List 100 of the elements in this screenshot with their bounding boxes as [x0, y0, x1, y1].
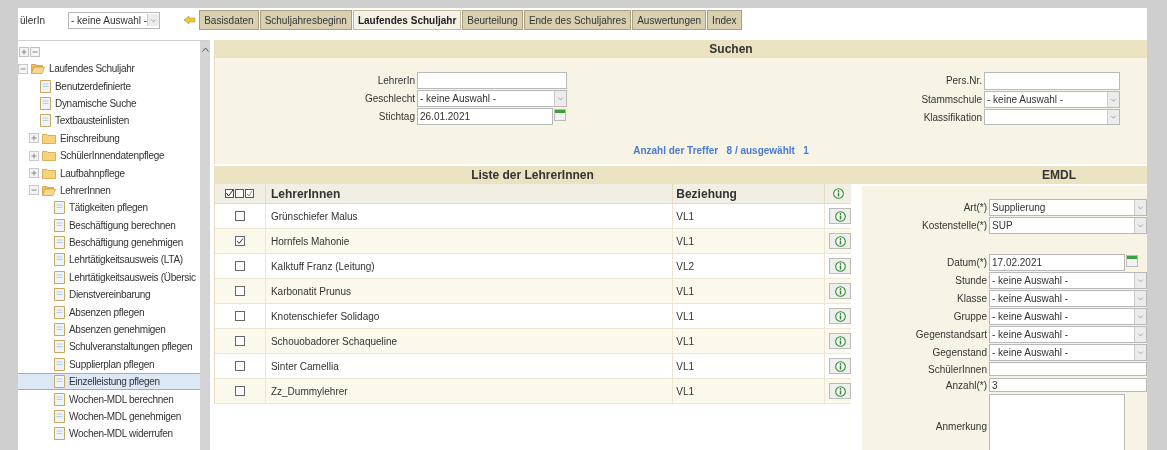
dropdown[interactable]: SUP — [989, 217, 1147, 234]
input-field[interactable] — [989, 362, 1147, 376]
tree-item[interactable]: Wochen-MDL berechnen — [18, 390, 200, 408]
tree-item[interactable]: Absenzen pflegen — [18, 303, 200, 321]
dropdown[interactable]: - keine Auswahl - — [989, 308, 1147, 325]
tree-item[interactable]: Benutzerdefinierte — [18, 77, 200, 95]
dropdown[interactable] — [984, 109, 1120, 125]
info-icon — [834, 360, 846, 372]
document-icon — [54, 288, 65, 302]
info-button[interactable] — [829, 233, 851, 249]
table-cell-text: VL1 — [676, 359, 695, 374]
document-icon — [54, 253, 65, 267]
tree-item[interactable]: Textbausteinlisten — [18, 112, 200, 130]
expand-icon[interactable] — [29, 168, 39, 179]
dropdown[interactable]: - keine Auswahl - — [68, 11, 161, 29]
info-button[interactable] — [829, 208, 851, 224]
tree-item[interactable]: Tätigkeiten pflegen — [18, 199, 200, 217]
collapse-icon[interactable] — [18, 63, 28, 74]
calendar-icon[interactable] — [553, 108, 567, 122]
dropdown[interactable]: - keine Auswahl - — [984, 90, 1120, 109]
tab[interactable]: Beurteilung — [462, 10, 523, 30]
tree-item[interactable]: Dienstvereinbarung — [18, 286, 200, 304]
dropdown[interactable]: - keine Auswahl - — [417, 90, 567, 107]
dropdown[interactable]: - keine Auswahl - — [989, 344, 1147, 361]
text-area[interactable] — [989, 394, 1125, 450]
select-all-icon[interactable] — [225, 189, 235, 198]
checkbox[interactable] — [234, 261, 245, 271]
tree-item[interactable]: Absenzen genehmigen — [18, 320, 200, 339]
table-cell-text: VL1 — [676, 384, 695, 399]
scrollbar[interactable] — [200, 41, 210, 450]
checkbox[interactable] — [234, 386, 245, 396]
dropdown[interactable]: - keine Auswahl - — [989, 290, 1147, 307]
tree-item[interactable]: Einzelleistung pflegen — [18, 373, 200, 391]
tab[interactable]: Laufendes Schuljahr — [352, 10, 462, 30]
info-button[interactable] — [829, 333, 851, 349]
tree-item[interactable]: Supplierplan pflegen — [18, 355, 200, 374]
table-cell-text: VL1 — [676, 234, 695, 249]
tree-item[interactable]: Wochen-MDL widerrufen — [18, 425, 200, 443]
tree-item[interactable]: Lehrtätigkeitsausweis (Übersic — [18, 268, 200, 287]
document-icon — [54, 323, 65, 337]
field-label: Gegenstand — [931, 346, 987, 360]
collapse-all-icon[interactable] — [30, 47, 40, 57]
filter-label: ülerIn — [20, 13, 46, 28]
tab[interactable]: Auswertungen — [632, 10, 707, 30]
checkbox[interactable] — [234, 336, 245, 346]
tree-folder[interactable]: Laufbahnpflege — [18, 164, 200, 182]
input-field[interactable]: 3 — [989, 378, 1147, 392]
table-cell-text: Zz_Dummylehrer — [270, 384, 348, 399]
date-field[interactable]: 26.01.2021 — [417, 108, 553, 125]
date-field[interactable]: 17.02.2021 — [989, 254, 1125, 271]
input-field[interactable] — [417, 72, 567, 89]
table-cell-text: VL1 — [676, 309, 695, 324]
tree-folder[interactable]: Laufendes Schuljahr — [18, 60, 200, 78]
info-button[interactable] — [829, 283, 851, 299]
tree-folder[interactable]: LehrerInnen — [18, 181, 200, 200]
tab[interactable]: Schuljahresbeginn — [259, 10, 352, 30]
info-icon — [834, 385, 846, 397]
scroll-up-icon[interactable] — [201, 47, 209, 52]
info-button[interactable] — [829, 383, 851, 399]
info-button[interactable] — [829, 358, 851, 374]
expand-all-icon[interactable] — [19, 47, 29, 57]
tab[interactable]: Basisdaten — [199, 10, 259, 30]
collapse-icon[interactable] — [29, 185, 39, 196]
expand-icon[interactable] — [29, 133, 39, 144]
checkbox[interactable] — [234, 286, 245, 296]
checkbox[interactable] — [234, 211, 245, 221]
info-button[interactable] — [829, 258, 851, 274]
open-folder-icon — [42, 184, 56, 196]
field-label: Kostenstelle(*) — [920, 219, 987, 233]
tree-item[interactable]: Wochen-MDL genehmigen — [18, 407, 200, 426]
document-icon — [54, 218, 65, 232]
dropdown[interactable]: Supplierung — [989, 199, 1147, 216]
tree-item[interactable]: Schulveranstaltungen pflegen — [18, 338, 200, 356]
tab[interactable]: Index — [707, 10, 742, 30]
column-header: Beziehung — [672, 184, 825, 203]
field-label: Stammschule — [920, 93, 982, 107]
tree-item[interactable]: Beschäftigung berechnen — [18, 216, 200, 234]
tab[interactable]: Ende des Schuljahres — [523, 10, 632, 30]
dropdown[interactable]: - keine Auswahl - — [989, 272, 1147, 289]
table-cell-text: VL2 — [676, 259, 695, 274]
checkbox[interactable] — [234, 361, 245, 371]
tree-item[interactable]: Beschäftigung genehmigen — [18, 233, 200, 252]
table-cell-text: Sinter Camellia — [270, 359, 339, 374]
info-button[interactable] — [829, 308, 851, 324]
expand-icon[interactable] — [29, 150, 39, 161]
dropdown[interactable]: - keine Auswahl - — [989, 326, 1147, 343]
field-label: Art(*) — [962, 201, 987, 215]
field-label: Datum(*) — [946, 256, 987, 270]
tree-folder[interactable]: Einschreibung — [18, 129, 200, 147]
checkbox[interactable] — [234, 311, 245, 321]
field-label: SchülerInnen — [927, 363, 987, 377]
checkbox[interactable] — [234, 236, 245, 246]
tree-item[interactable]: Lehrtätigkeitsausweis (LTA) — [18, 251, 200, 269]
tree-item[interactable]: Dynamische Suche — [18, 94, 200, 113]
select-none-icon[interactable] — [235, 189, 245, 198]
tree-folder[interactable]: SchülerInnendatenpflege — [18, 146, 200, 165]
calendar-icon[interactable] — [1125, 254, 1139, 268]
invert-selection-icon[interactable] — [245, 189, 255, 198]
back-arrow-icon[interactable] — [184, 15, 197, 25]
input-field[interactable] — [984, 72, 1120, 90]
